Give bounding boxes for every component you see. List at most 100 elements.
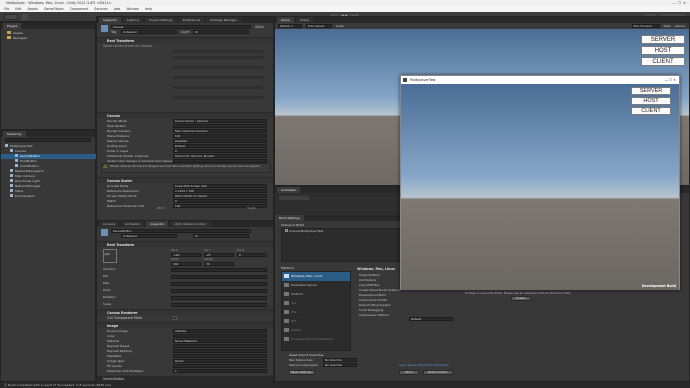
image-section-header[interactable]: Image [97,322,273,328]
field-value[interactable] [173,364,267,368]
cloud-icon[interactable] [22,14,28,20]
tab2-animation[interactable]: Animation [120,221,145,227]
pos-x-field[interactable]: -100 [171,253,201,257]
field-value[interactable] [173,349,267,353]
platform-icon [284,337,289,341]
canvas-renderer-header[interactable]: Canvas Renderer [97,309,273,315]
compression-dropdown[interactable]: Default [409,317,453,321]
player-server-button[interactable]: SERVER [631,87,671,95]
client-button[interactable]: CLIENT [641,57,685,66]
project-folder[interactable]: Packages [7,36,89,41]
hierarchy-item[interactable]: EventSystem [1,194,97,199]
tab-hierarchy[interactable]: Hierarchy [3,131,26,137]
canvas-scaler-header[interactable]: Canvas Scaler [97,177,273,183]
cull-checkbox[interactable] [173,316,177,320]
tab2-console[interactable]: Console [99,221,119,227]
anchor-preset-icon[interactable] [103,249,117,263]
layer2-dropdown[interactable]: UI [193,234,249,238]
tab-project[interactable]: Project [3,23,22,29]
rect-row-value[interactable] [171,275,267,279]
hierarchy-item-label: ServerButton [20,154,40,158]
stats-button[interactable]: Stats [664,24,671,28]
field-value[interactable] [173,344,267,348]
tag2-dropdown[interactable]: Untagged [121,234,177,238]
build-and-run-button[interactable]: Build And Run [423,370,453,375]
field-value[interactable]: Default [173,144,267,148]
rect-transform2-header[interactable]: Rect Transform [97,241,273,247]
height-field[interactable]: 30 [204,262,234,266]
platform-item[interactable]: PS5 [282,317,350,326]
field-value[interactable]: TexCoord1, Normal, Tangent [173,154,267,158]
field-value[interactable]: None (Material) [173,339,267,343]
field-value[interactable]: Screen Space - Camera [173,119,267,123]
object-name-field[interactable]: Canvas [111,25,251,29]
scale-label: Scale [336,24,344,28]
pos-y-field[interactable]: -25 [204,253,234,257]
build-button[interactable]: Build [399,370,419,375]
hierarchy-search-input[interactable] [5,138,91,142]
field-value[interactable]: Disabled [173,139,267,143]
platform-item[interactable]: Dedicated Server [282,281,350,290]
field-value[interactable]: UISprite [173,329,267,333]
platform-item[interactable]: WebGL [282,326,350,335]
aspect-dropdown[interactable]: Free Aspect [306,24,332,28]
tab-build-settings[interactable]: Build Settings [275,215,304,221]
canvas-section-header[interactable]: Canvas [97,112,273,118]
field-value[interactable]: 0 [173,199,267,203]
platform-item[interactable]: Android [282,290,350,299]
display-dropdown[interactable]: Display 1 [278,24,302,28]
tag-dropdown[interactable]: Untagged [121,30,177,34]
account-button[interactable] [4,14,18,20]
folder-icon [7,31,11,34]
rect-row-value[interactable] [171,268,267,272]
rect-row-value[interactable] [171,289,267,293]
player-client-button[interactable]: CLIENT [631,107,671,115]
enable-button[interactable]: Enable [511,296,531,301]
player-window-controls[interactable]: — ☐ ✕ [665,76,676,84]
field-value[interactable] [173,334,267,338]
rect-row-value[interactable] [171,303,267,307]
max-texture-dropdown[interactable]: No Override [323,358,357,362]
host-button[interactable]: HOST [641,46,685,55]
field-value[interactable] [173,124,267,128]
field-value[interactable]: Main Camera (Camera) [173,129,267,133]
rect-row-value[interactable] [171,282,267,286]
field-value[interactable]: 1 [173,369,267,373]
play-focused-dropdown[interactable]: Play Focused [631,24,660,28]
field-value[interactable]: Match Width Or Height [173,194,267,198]
field-label: Source Image [107,329,128,333]
tab-project-settings[interactable]: Project Settings [145,17,177,23]
field-value[interactable]: X 1024 Y 768 [173,189,267,193]
width-field[interactable]: 160 [171,262,201,266]
platform-item[interactable]: Universal Windows Platform [282,335,350,344]
hierarchy-item-label: ClientButton [20,164,39,168]
field-value[interactable]: 0 [173,149,267,153]
platform-item[interactable]: iOS [282,299,350,308]
platform-item[interactable]: PS4 [282,308,350,317]
rect-row-value[interactable] [171,296,267,300]
layer-dropdown[interactable]: UI [193,30,249,34]
rect-transform-header[interactable]: Rect Transform [97,37,273,43]
tab2-inspector[interactable]: Inspector [146,221,169,227]
field-value[interactable]: Sliced [173,359,267,363]
tab-package-manager[interactable]: Package Manager [206,17,241,23]
tab-inspector[interactable]: Inspector [99,17,121,23]
platform-item[interactable]: Windows, Mac, Linux [282,272,350,281]
player-host-button[interactable]: HOST [631,97,671,105]
player-settings-button[interactable]: Player Settings... [289,370,315,375]
texture-compression-dropdown[interactable]: No Override [323,363,357,367]
server-button[interactable]: SERVER [641,35,685,44]
gameobject-icon [10,174,13,177]
scene-checkbox[interactable] [285,229,288,232]
gizmos-button[interactable]: Gizmos [675,24,685,28]
tab-preferences[interactable]: Preferences [178,17,205,23]
field-value[interactable] [173,354,267,358]
object2-name-field[interactable]: ServerButton [111,229,251,233]
tab-lighting[interactable]: Lighting [123,17,144,23]
learn-more-link[interactable]: Learn about Unity Build Automation [399,363,449,367]
animation-record-controls[interactable] [279,196,309,200]
tab2-unity-version-control[interactable]: Unity Version Control [170,221,210,227]
field-value[interactable]: 100 [173,134,267,138]
pos-z-field[interactable]: 0 [237,253,267,257]
field-value[interactable]: Scale With Screen Size [173,184,267,188]
